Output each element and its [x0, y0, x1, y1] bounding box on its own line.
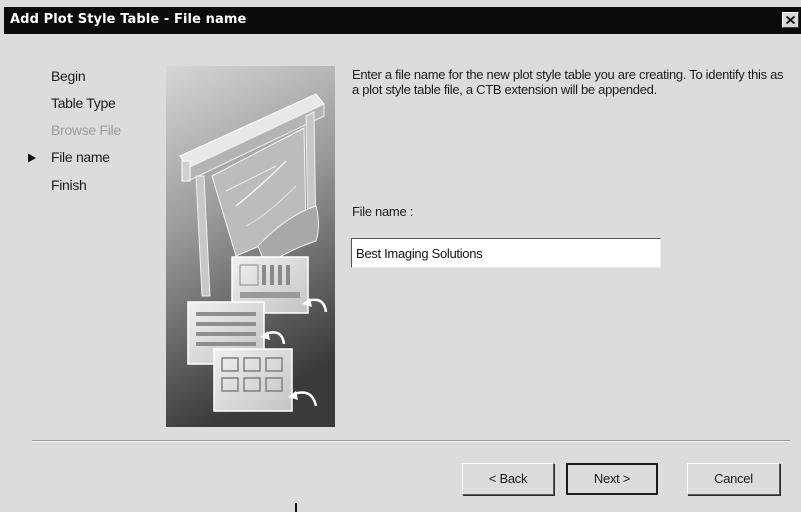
plot-style-wizard-dialog: Add Plot Style Table - File name Begin T…: [0, 0, 801, 512]
step-file-name: File name: [51, 149, 110, 165]
plotter-illustration: [166, 66, 335, 427]
button-separator: [32, 440, 790, 442]
cancel-button[interactable]: Cancel: [687, 463, 780, 495]
next-button[interactable]: Next >: [566, 463, 658, 495]
current-step-arrow-icon: [28, 153, 36, 163]
step-browse-file: Browse File: [51, 122, 121, 138]
step-finish: Finish: [51, 177, 87, 193]
file-name-label: File name :: [352, 204, 414, 219]
file-name-input[interactable]: [351, 238, 661, 268]
close-button[interactable]: [782, 12, 799, 28]
step-begin: Begin: [51, 68, 86, 84]
window-title: Add Plot Style Table - File name: [10, 12, 247, 27]
instruction-text: Enter a file name for the new plot style…: [352, 67, 784, 97]
title-bar[interactable]: Add Plot Style Table - File name: [4, 7, 801, 34]
cursor-mark: [295, 503, 297, 512]
close-icon: [786, 16, 795, 24]
step-table-type: Table Type: [51, 95, 116, 111]
back-button[interactable]: < Back: [462, 463, 554, 495]
